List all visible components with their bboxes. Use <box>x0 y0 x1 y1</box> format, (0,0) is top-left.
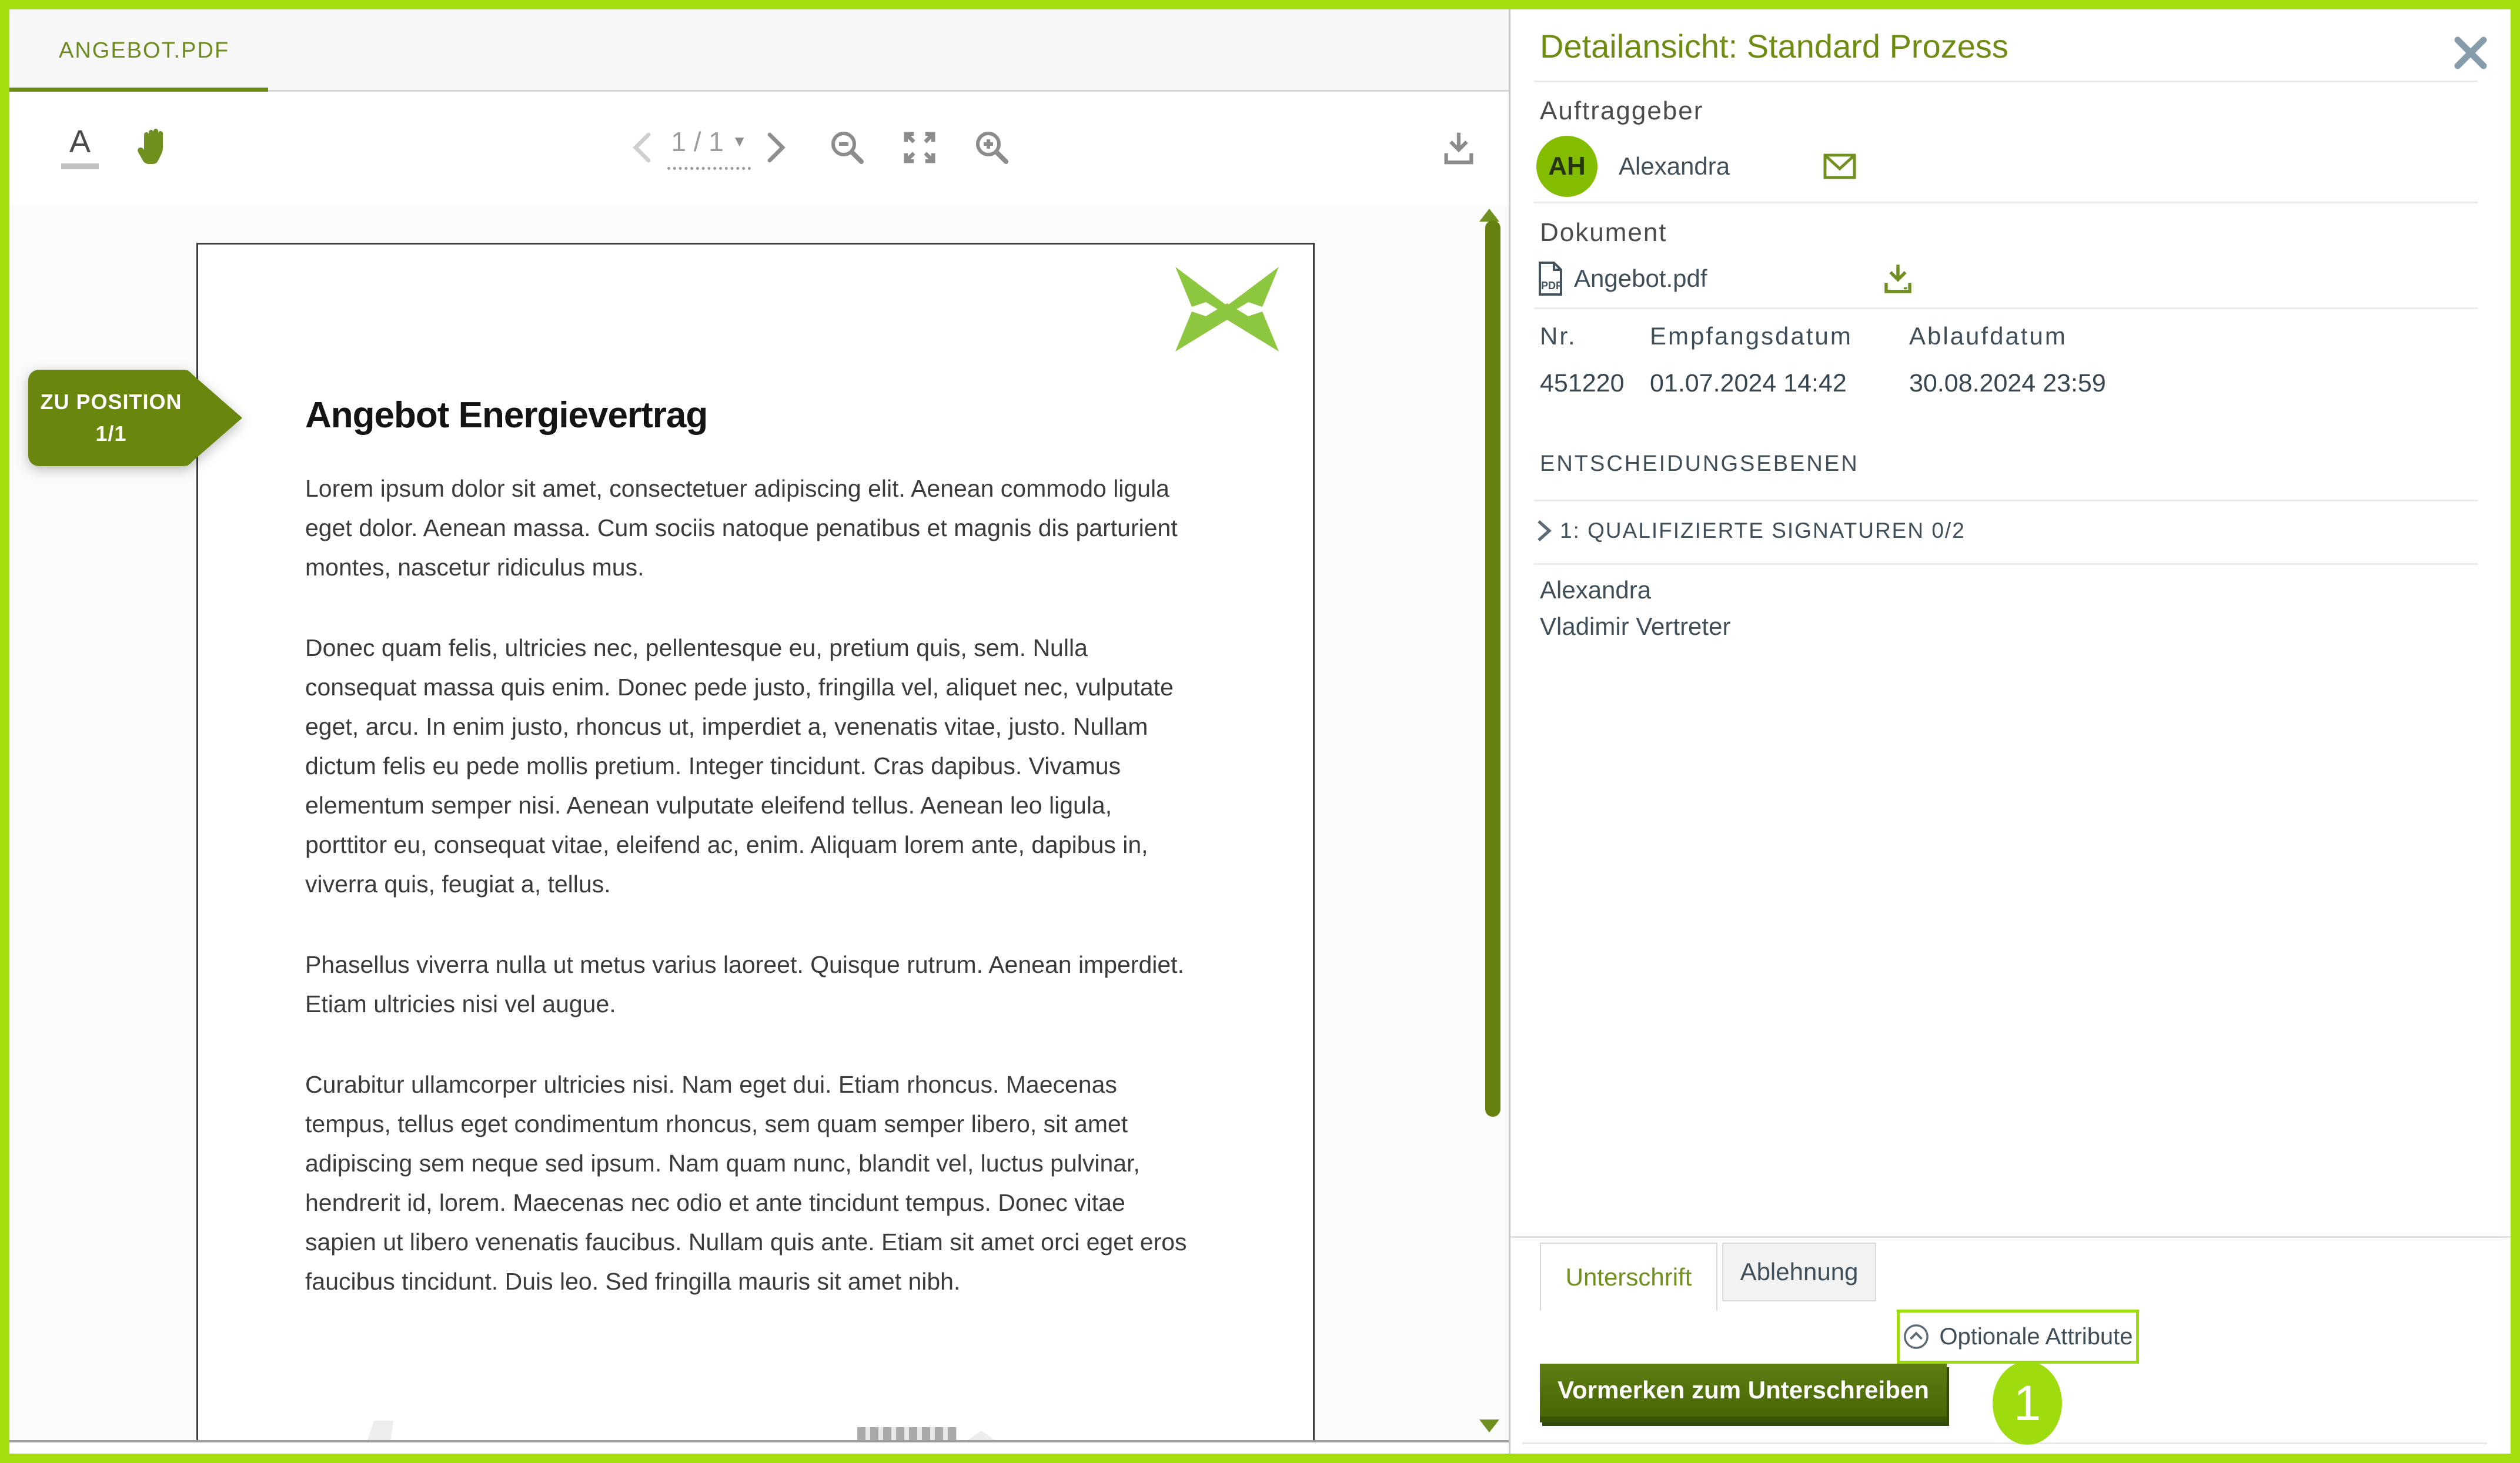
download-document-button[interactable] <box>1421 92 1497 203</box>
scroll-down-arrow[interactable] <box>1479 1420 1499 1432</box>
tab-ablehnung[interactable]: Ablehnung <box>1722 1243 1876 1301</box>
meta-value-nr: 451220 <box>1540 369 1650 398</box>
pdf-file-icon: PDF <box>1536 261 1565 296</box>
document-paragraph: Curabitur ullamcorper ultricies nisi. Na… <box>305 1065 1197 1301</box>
vertical-scrollbar-thumb[interactable] <box>1485 220 1500 1117</box>
document-meta-table: Nr. Empfangsdatum Ablaufdatum 451220 01.… <box>1540 322 2215 398</box>
meta-value-ablaufdatum: 30.08.2024 23:59 <box>1909 369 2215 398</box>
auftraggeber-label: Auftraggeber <box>1540 96 1703 126</box>
close-button[interactable] <box>2448 31 2493 75</box>
optionale-attribute-label: Optionale Attribute <box>1939 1324 2133 1350</box>
entscheidungsebenen-label: ENTSCHEIDUNGSEBENEN <box>1540 451 1859 477</box>
auftraggeber-row: AH Alexandra <box>1536 136 1856 197</box>
zoom-in-icon <box>973 129 1011 166</box>
fullscreen-button[interactable] <box>887 92 952 203</box>
avatar: AH <box>1536 136 1597 197</box>
page-dropdown-caret-icon: ▼ <box>732 132 747 150</box>
signature-level-row[interactable]: 1: QUALIFIZIERTE SIGNATUREN 0/2 <box>1536 518 1966 543</box>
prev-page-button[interactable] <box>632 132 652 163</box>
chevron-right-icon <box>1536 519 1552 543</box>
document-title: Angebot Energievertrag <box>305 394 1197 436</box>
cutoff-signature-field-artifact <box>857 1427 957 1440</box>
close-icon <box>2452 34 2489 72</box>
details-panel: Detailansicht: Standard Prozess Auftragg… <box>1510 9 2511 1454</box>
pdf-page: Angebot Energievertrag Lorem ipsum dolor… <box>196 243 1315 1454</box>
go-to-position-flag[interactable]: ZU POSITION 1/1 <box>28 370 242 466</box>
dokument-label: Dokument <box>1540 218 1667 247</box>
zoom-out-icon <box>828 129 866 166</box>
download-icon <box>1439 128 1478 167</box>
vormerken-button[interactable]: Vormerken zum Unterschreiben <box>1540 1364 1947 1422</box>
text-select-tool-button[interactable]: A <box>51 92 109 203</box>
document-file-row: PDF Angebot.pdf <box>1536 259 1916 299</box>
document-tabstrip: ANGEBOT.PDF <box>9 9 1509 92</box>
meta-value-empfangsdatum: 01.07.2024 14:42 <box>1650 369 1909 398</box>
svg-text:PDF: PDF <box>1541 280 1562 292</box>
auftraggeber-name: Alexandra <box>1619 152 1823 180</box>
pdf-toolbar: A 1 / 1 ▼ <box>9 92 1509 203</box>
scroll-up-arrow[interactable] <box>1479 209 1499 222</box>
hand-icon <box>135 126 172 169</box>
document-filename[interactable]: Angebot.pdf <box>1574 265 1880 293</box>
meta-header-ablaufdatum: Ablaufdatum <box>1909 322 2215 350</box>
pdf-viewport[interactable]: Angebot Energievertrag Lorem ipsum dolor… <box>9 205 1509 1454</box>
signer-name: Alexandra <box>1540 576 1651 604</box>
zoom-out-button[interactable] <box>815 92 880 203</box>
pan-tool-button[interactable] <box>121 92 186 203</box>
position-flag-line2: 1/1 <box>95 418 126 450</box>
meta-header-empfangsdatum: Empfangsdatum <box>1650 322 1909 350</box>
position-flag-line1: ZU POSITION <box>40 386 182 418</box>
page-number-input[interactable]: 1 / 1 ▼ <box>667 126 750 170</box>
document-paragraph: Donec quam felis, ultricies nec, pellent… <box>305 628 1197 904</box>
moxis-detail-dialog: ANGEBOT.PDF A 1 / 1 <box>0 0 2520 1463</box>
tab-angebot-pdf[interactable]: ANGEBOT.PDF <box>9 9 268 92</box>
mail-icon[interactable] <box>1823 153 1856 179</box>
document-paragraph: Lorem ipsum dolor sit amet, consectetuer… <box>305 469 1197 587</box>
chevron-up-circle-icon <box>1903 1323 1930 1350</box>
pdf-pane: ANGEBOT.PDF A 1 / 1 <box>9 9 1509 1454</box>
company-x-logo <box>1171 266 1284 353</box>
panel-title: Detailansicht: Standard Prozess <box>1540 27 2008 65</box>
meta-header-nr: Nr. <box>1540 322 1650 350</box>
page-navigation: 1 / 1 ▼ <box>603 92 815 203</box>
text-select-icon: A <box>69 126 91 158</box>
tab-unterschrift[interactable]: Unterschrift <box>1540 1243 1717 1311</box>
fullscreen-icon <box>901 129 938 166</box>
signer-name: Vladimir Vertreter <box>1540 612 1730 641</box>
next-page-button[interactable] <box>766 132 786 163</box>
document-paragraph: Phasellus viverra nulla ut metus varius … <box>305 945 1197 1024</box>
footer-divider <box>1510 1236 2511 1238</box>
signature-level-label: 1: QUALIFIZIERTE SIGNATUREN 0/2 <box>1560 518 1966 543</box>
annotation-badge-1: 1 <box>1993 1361 2062 1445</box>
optionale-attribute-callout[interactable]: Optionale Attribute <box>1897 1310 2139 1364</box>
zoom-in-button[interactable] <box>960 92 1024 203</box>
tab-label: ANGEBOT.PDF <box>59 38 229 63</box>
panel-bottom-divider <box>1522 1442 2487 1444</box>
download-file-icon[interactable] <box>1880 260 1916 297</box>
